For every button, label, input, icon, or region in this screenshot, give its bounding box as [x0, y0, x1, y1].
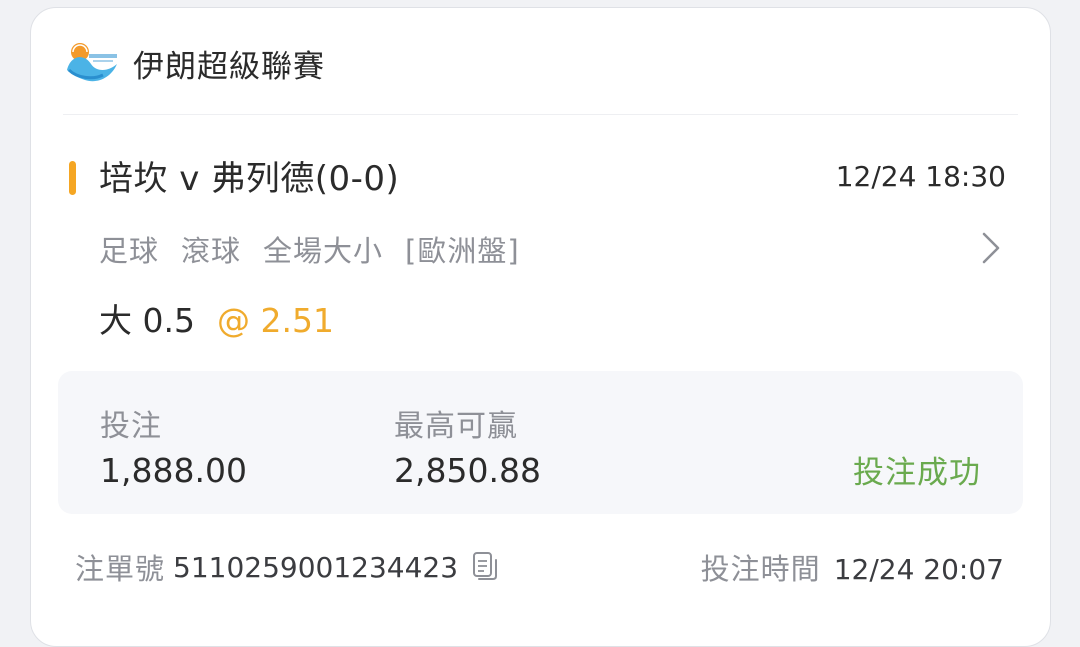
bet-status-badge: 投注成功 — [853, 455, 981, 491]
chevron-right-icon[interactable] — [980, 228, 1002, 268]
bet-type-label: 滾球 — [181, 234, 242, 268]
odds-value: @ 2.51 — [216, 301, 334, 340]
ticket-number-row: 注單號 5110259001234423 — [75, 546, 498, 588]
stake-summary-box: 投注 1,888.00 最高可贏 2,850.88 投注成功 — [58, 371, 1023, 514]
league-name: 伊朗超級聯賽 — [133, 48, 325, 85]
ticket-number-value: 5110259001234423 — [173, 550, 459, 584]
odds-format-label: [歐洲盤] — [405, 234, 520, 268]
match-time: 12/24 18:30 — [835, 160, 1006, 193]
bet-time-value: 12/24 20:07 — [833, 553, 1004, 586]
divider — [63, 114, 1018, 115]
market-info-row[interactable]: 足球 滾球 全場大小 [歐洲盤] — [99, 228, 542, 270]
selection-value: 大 0.5 — [99, 301, 195, 340]
max-win-label: 最高可贏 — [394, 409, 518, 444]
bet-ticket-card: 伊朗超級聯賽 培坎 v 弗列德(0-0) 12/24 18:30 足球 滾球 全場大… — [30, 7, 1051, 647]
stake-value: 1,888.00 — [100, 451, 247, 490]
ticket-number-label: 注單號 — [75, 552, 166, 586]
sport-label: 足球 — [99, 234, 160, 268]
copy-icon[interactable] — [472, 551, 498, 583]
match-accent-bar — [69, 161, 76, 195]
market-label: 全場大小 — [263, 234, 384, 268]
league-header: 伊朗超級聯賽 — [63, 38, 325, 88]
bet-time-row: 投注時間 12/24 20:07 — [701, 546, 1004, 588]
match-title: 培坎 v 弗列德(0-0) — [99, 159, 400, 199]
max-win-value: 2,850.88 — [394, 451, 541, 490]
selection-row: 大 0.5 @ 2.51 — [99, 294, 334, 342]
league-logo-icon — [67, 43, 117, 82]
stake-label: 投注 — [100, 409, 162, 444]
bet-time-label: 投注時間 — [700, 552, 821, 586]
